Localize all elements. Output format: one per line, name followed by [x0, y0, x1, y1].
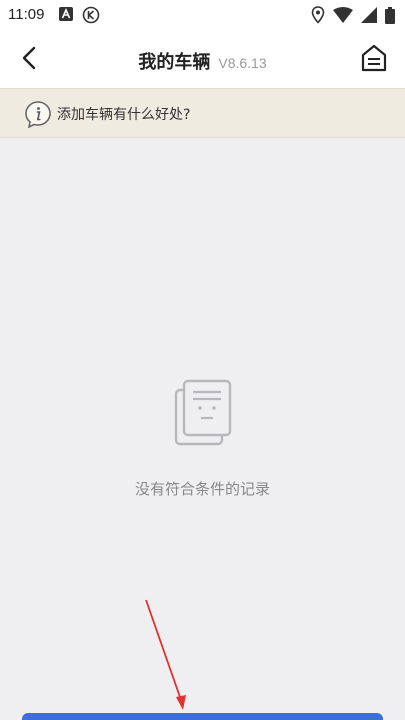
status-right-icons — [311, 6, 395, 24]
location-icon — [311, 6, 325, 24]
status-left-icons — [58, 6, 100, 24]
info-icon — [25, 101, 51, 128]
a-badge-icon — [59, 7, 73, 21]
version-label: V8.6.13 — [218, 55, 267, 71]
header: 我的车辆 V8.6.13 — [0, 32, 405, 88]
empty-document-icon — [174, 379, 232, 446]
info-banner-text: 添加车辆有什么好处? — [57, 107, 191, 123]
battery-icon — [385, 6, 395, 24]
home-icon[interactable] — [361, 44, 387, 72]
wifi-icon — [333, 7, 353, 23]
status-time: 11:09 — [8, 6, 45, 23]
add-vehicle-button[interactable] — [22, 713, 383, 720]
info-banner[interactable]: 添加车辆有什么好处? — [0, 88, 405, 138]
status-bar: 11:09 — [0, 0, 405, 32]
screen: 11:09 我的车辆 V8.6.13 添加车辆有什么好处? 没有符合条件的记录 — [0, 0, 405, 720]
empty-state-message: 没有符合条件的记录 — [134, 480, 270, 498]
page-title: 我的车辆 — [138, 52, 211, 73]
k-circle-icon — [82, 6, 100, 24]
signal-icon — [361, 7, 377, 23]
title-wrap: 我的车辆 V8.6.13 — [0, 48, 405, 74]
